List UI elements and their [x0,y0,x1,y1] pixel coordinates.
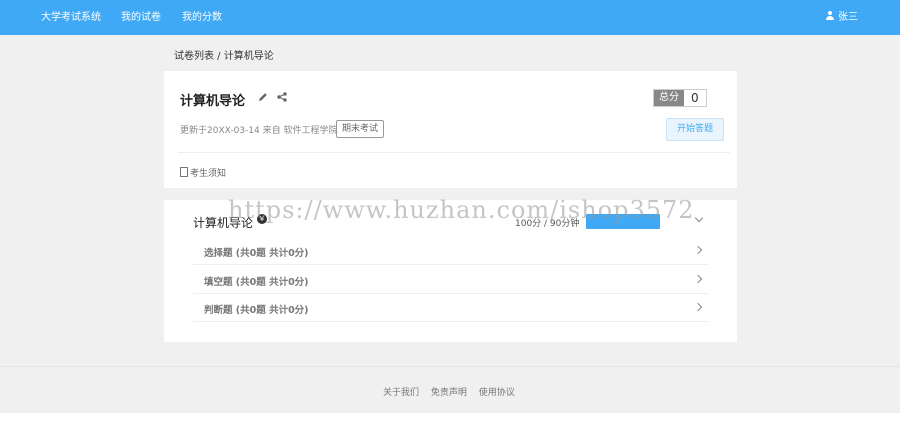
question-group-row[interactable]: 填空题 (共0题 共计0分) [193,265,708,294]
divider [178,152,730,153]
user-icon [825,11,835,21]
footer: 关于我们 免责声明 使用协议 [0,366,900,414]
chevron-down-icon[interactable] [694,213,704,223]
footer-links: 关于我们 免责声明 使用协议 [383,385,524,398]
watermark: https://www.huzhan.com/ishop3572 [228,196,695,224]
exam-notice-link[interactable]: 考生须知 [180,166,226,179]
document-icon [180,167,188,177]
chevron-right-icon [693,302,703,312]
share-icon[interactable] [276,91,288,103]
question-group-row[interactable]: 判断题 (共0题 共计0分) [193,293,708,322]
nav-item-my-scores[interactable]: 我的分数 [182,0,222,35]
start-exam-button[interactable]: 开始答题 [666,118,724,141]
user-menu[interactable]: 张三 [825,0,858,35]
notice-label: 考生须知 [190,169,227,179]
footer-link-about[interactable]: 关于我们 [383,388,419,398]
footer-link-disclaimer[interactable]: 免责声明 [431,388,467,398]
exam-type-badge: 期末考试 [336,120,385,138]
chevron-right-icon [693,245,703,255]
brand-link[interactable]: 大学考试系统 [41,0,101,35]
breadcrumb[interactable]: 试卷列表 / 计算机导论 [174,47,274,62]
nav-item-my-papers[interactable]: 我的试卷 [121,0,161,35]
bottom-strip [0,413,900,423]
question-group-label: 选择题 (共0题 共计0分) [204,248,309,259]
exam-info-card: 计算机导论 总分 0 更新于20XX-03-14 来自 软件工程学院 期末考试 … [164,71,737,188]
top-nav: 大学考试系统 我的试卷 我的分数 张三 [0,0,900,35]
score-label: 总分 [654,90,684,106]
question-group-label: 填空题 (共0题 共计0分) [204,277,309,288]
footer-link-terms[interactable]: 使用协议 [479,388,515,398]
question-group-label: 判断题 (共0题 共计0分) [204,305,309,316]
exam-title: 计算机导论 [180,94,246,109]
chevron-right-icon [693,274,703,284]
total-score: 总分 0 [653,89,707,107]
edit-icon[interactable] [257,91,269,103]
question-group-row[interactable]: 选择题 (共0题 共计0分) [193,236,708,265]
score-value: 0 [691,91,699,105]
user-name: 张三 [838,12,858,23]
exam-meta: 更新于20XX-03-14 来自 软件工程学院 [180,126,338,136]
